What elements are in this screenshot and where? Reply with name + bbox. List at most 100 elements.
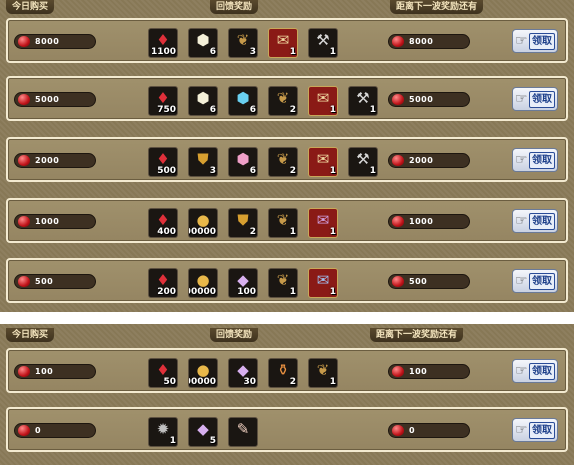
golden-armor-item[interactable]: ⛊ 3: [188, 147, 218, 177]
gold-coins-item[interactable]: ●100000: [188, 358, 218, 388]
reward-row: 500 ♦200 ●300000 ◆100 ❦1 ✉1 500 ☞ 领取: [6, 258, 568, 303]
item-count: 1: [169, 436, 176, 446]
golden-armor-item[interactable]: ⛊ 2: [228, 208, 258, 238]
claim-button[interactable]: ☞ 领取: [512, 87, 558, 111]
item-count: 1: [329, 105, 336, 115]
item-count: 6: [249, 166, 256, 176]
ruby-icon: [18, 94, 30, 105]
pink-crystal-item[interactable]: ⬢ 6: [228, 147, 258, 177]
wings-item[interactable]: ❦ 2: [268, 147, 298, 177]
remaining-amount: 100: [388, 364, 470, 379]
item-count: 100000: [189, 377, 216, 387]
col-today-purchase: 今日购买: [6, 328, 55, 342]
scroll-bag-item[interactable]: ✉ 1: [308, 208, 338, 238]
claim-button[interactable]: ☞ 领取: [512, 269, 558, 293]
bomb-item[interactable]: ✹ 1: [148, 417, 178, 447]
gold-coins-item[interactable]: ●300000: [188, 268, 218, 298]
wings-item[interactable]: ❦ 2: [268, 86, 298, 116]
claim-button[interactable]: ☞ 领取: [512, 148, 558, 172]
ruby-item[interactable]: ♦ 1100: [148, 28, 178, 58]
hammer-item[interactable]: ⚒ 1: [348, 147, 378, 177]
claim-button[interactable]: ☞ 领取: [512, 29, 558, 53]
remaining-value: 2000: [409, 156, 434, 165]
item-count: 30: [243, 377, 256, 387]
purchase-threshold: 100: [14, 364, 96, 379]
remaining-amount: 2000: [388, 153, 470, 168]
threshold-value: 5000: [35, 95, 60, 104]
col-remaining: 距离下一波奖励还有: [390, 0, 484, 14]
scroll-bag-item[interactable]: ✉ 1: [308, 86, 338, 116]
threshold-value: 1000: [35, 217, 60, 226]
col-feedback-reward: 回馈奖励: [210, 328, 259, 342]
section-header-2: 今日购买 回馈奖励 距离下一波奖励还有: [0, 328, 574, 342]
scroll-bag-item[interactable]: ✉ 1: [308, 147, 338, 177]
wings-item[interactable]: ❦ 1: [268, 208, 298, 238]
purchase-threshold: 8000: [14, 34, 96, 49]
hammer-item[interactable]: ⚒ 1: [308, 28, 338, 58]
reward-row: 5000 ♦ 750 ⬢ 6 ⬢ 6 ❦ 2 ✉ 1 ⚒ 1 5000 ☞ 领取: [6, 76, 568, 121]
purple-crystal-item[interactable]: ◆ 5: [188, 417, 218, 447]
item-count: 1: [329, 287, 336, 297]
item-count: 200: [157, 287, 176, 297]
remaining-amount: 5000: [388, 92, 470, 107]
item-count: 500: [157, 166, 176, 176]
claim-button[interactable]: ☞ 领取: [512, 209, 558, 233]
ruby-icon: [18, 155, 30, 166]
hammer-item[interactable]: ⚒ 1: [348, 86, 378, 116]
purple-crystal-item[interactable]: ◆ 30: [228, 358, 258, 388]
remaining-value: 0: [409, 426, 416, 435]
reward-row: 0 ✹ 1 ◆ 5 ✎ 0 ☞ 领取: [6, 407, 568, 452]
remaining-value: 5000: [409, 95, 434, 104]
potion-item[interactable]: ⚱ 2: [268, 358, 298, 388]
reward-row: 100 ♦50 ●100000 ◆30 ⚱2 ❦1 100 ☞ 领取: [6, 348, 568, 393]
threshold-value: 8000: [35, 37, 60, 46]
col-feedback-reward: 回馈奖励: [210, 0, 259, 14]
claim-button[interactable]: ☞ 领取: [512, 359, 558, 383]
purchase-threshold: 0: [14, 423, 96, 438]
scroll-bag-item[interactable]: ✉ 1: [308, 268, 338, 298]
ruby-item[interactable]: ♦ 500: [148, 147, 178, 177]
ruby-icon: [392, 155, 404, 166]
recharge-rewards-window: 今日购买 回馈奖励 距离下一波奖励还有 8000 ♦ 1100 ⬢ 6 ❦ 3 ✉ 1 …: [0, 0, 574, 465]
claim-button[interactable]: ☞ 领取: [512, 418, 558, 442]
remaining-amount: 8000: [388, 34, 470, 49]
ruby-item[interactable]: ♦ 400: [148, 208, 178, 238]
purchase-threshold: 2000: [14, 153, 96, 168]
ruby-icon: [392, 216, 404, 227]
scroll-item[interactable]: ✎: [228, 417, 258, 447]
item-count: 1: [329, 227, 336, 237]
wings-item[interactable]: ❦ 1: [308, 358, 338, 388]
claim-label: 领取: [529, 152, 555, 169]
wings-item[interactable]: ❦ 3: [228, 28, 258, 58]
item-count: 5: [209, 436, 216, 446]
item-count: 100: [237, 287, 256, 297]
wings-item[interactable]: ❦ 1: [268, 268, 298, 298]
remaining-amount: 0: [388, 423, 470, 438]
ruby-icon: [18, 276, 30, 287]
purchase-threshold: 5000: [14, 92, 96, 107]
item-count: 1: [369, 166, 376, 176]
item-count: 50: [163, 377, 176, 387]
item-count: 500000: [189, 227, 216, 237]
blue-crystal-item[interactable]: ⬢ 6: [228, 86, 258, 116]
ruby-item[interactable]: ♦ 50: [148, 358, 178, 388]
white-crystal-item[interactable]: ⬢ 6: [188, 86, 218, 116]
ruby-item[interactable]: ♦ 200: [148, 268, 178, 298]
reward-row: 2000 ♦ 500 ⛊ 3 ⬢ 6 ❦ 2 ✉ 1 ⚒ 1 2000 ☞ 领取: [6, 137, 568, 182]
item-count: 1: [329, 47, 336, 57]
ruby-icon: [392, 94, 404, 105]
remaining-value: 8000: [409, 37, 434, 46]
claim-label: 领取: [529, 213, 555, 230]
white-crystal-item[interactable]: ⬢ 6: [188, 28, 218, 58]
purple-crystal-item[interactable]: ◆ 100: [228, 268, 258, 298]
purchase-threshold: 1000: [14, 214, 96, 229]
item-count: 3: [209, 166, 216, 176]
scroll-bag-item[interactable]: ✉ 1: [268, 28, 298, 58]
item-count: 750: [157, 105, 176, 115]
gold-coins-item[interactable]: ●500000: [188, 208, 218, 238]
col-today-purchase: 今日购买: [6, 0, 55, 14]
ruby-item[interactable]: ♦ 750: [148, 86, 178, 116]
ruby-icon: [18, 216, 30, 227]
item-count: 1: [369, 105, 376, 115]
ruby-icon: [18, 366, 30, 377]
